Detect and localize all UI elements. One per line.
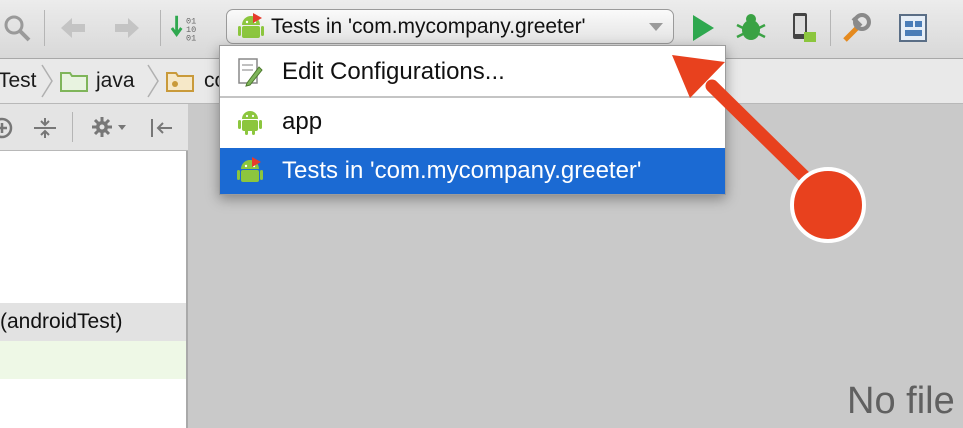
svg-text:01: 01 xyxy=(186,33,196,43)
hide-panel-icon[interactable] xyxy=(148,116,174,145)
folder-icon xyxy=(60,72,88,92)
project-tree: (androidTest) xyxy=(0,151,188,428)
forward-icon[interactable] xyxy=(110,10,144,46)
menu-item-tests-greeter[interactable]: Tests in 'com.mycompany.greeter' xyxy=(220,148,725,194)
breadcrumb-item-test[interactable]: Test xyxy=(0,59,37,103)
run-configuration-label: Tests in 'com.mycompany.greeter' xyxy=(271,14,586,38)
android-test-icon xyxy=(236,156,264,186)
breadcrumb-separator-icon xyxy=(147,64,159,98)
menu-divider xyxy=(220,96,725,98)
menu-item-edit-configurations[interactable]: Edit Configurations... xyxy=(220,49,725,95)
add-icon[interactable] xyxy=(0,116,14,145)
device-icon[interactable] xyxy=(786,10,820,46)
breadcrumb-item-package[interactable]: co xyxy=(166,59,226,103)
back-icon[interactable] xyxy=(56,10,90,46)
breadcrumb-separator-icon xyxy=(41,64,53,98)
android-icon xyxy=(236,107,264,137)
run-configuration-dropdown: Edit Configurations... app Tests in 'com… xyxy=(219,45,726,195)
android-test-icon xyxy=(237,12,265,42)
menu-item-app[interactable]: app xyxy=(220,99,725,145)
package-folder-icon xyxy=(166,72,194,92)
chevron-down-icon xyxy=(649,23,663,31)
project-panel-toolbar xyxy=(0,104,188,151)
edit-configurations-icon xyxy=(236,57,264,87)
tree-row[interactable]: (androidTest) xyxy=(0,303,186,341)
binary-sort-icon[interactable]: 01 10 01 xyxy=(170,10,204,46)
collapse-all-icon[interactable] xyxy=(32,116,58,145)
tree-row-highlight[interactable] xyxy=(0,341,186,379)
debug-icon[interactable] xyxy=(734,10,768,46)
breadcrumb-item-java[interactable]: java xyxy=(60,59,135,103)
structure-icon[interactable] xyxy=(896,10,930,46)
gear-icon[interactable] xyxy=(90,115,130,144)
run-configuration-selector[interactable]: Tests in 'com.mycompany.greeter' xyxy=(226,9,674,44)
settings-icon[interactable] xyxy=(840,10,874,46)
empty-editor-message: No file xyxy=(847,380,955,422)
run-icon[interactable] xyxy=(686,10,720,46)
search-icon[interactable] xyxy=(0,10,34,46)
